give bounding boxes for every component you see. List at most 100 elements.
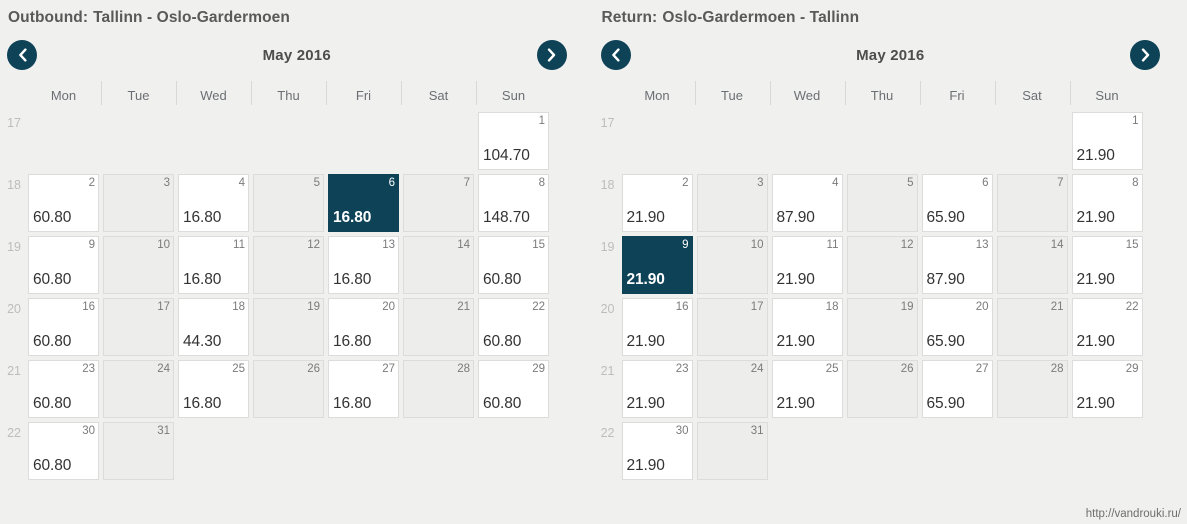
day-cell[interactable]: 11 16.80 [176,236,251,294]
day-cell[interactable]: 25 21.90 [770,360,845,418]
day-number: 3 [163,177,170,189]
fare-price: 60.80 [483,271,522,288]
day-cell[interactable]: 9 21.90 [620,236,695,294]
day-cell[interactable]: 30 60.80 [26,422,101,480]
prev-month-button[interactable] [600,40,631,70]
weekday-header-return: Mon Tue Wed Thu Fri Sat Sun [594,78,1187,112]
day-number: 9 [682,239,689,251]
fare-price: 60.80 [33,333,72,350]
day-number: 5 [907,177,914,189]
day-cell[interactable]: 16 21.90 [620,298,695,356]
day-cell[interactable]: 9 60.80 [26,236,101,294]
fare-price: 148.70 [483,209,530,226]
weekday-label-sun: Sun [476,80,551,105]
day-cell[interactable]: 6 65.90 [920,174,995,232]
day-cell-surface [847,112,918,170]
day-cell[interactable]: 11 21.90 [770,236,845,294]
day-cell-surface [622,112,693,170]
day-cell[interactable]: 23 21.90 [620,360,695,418]
next-month-button[interactable] [536,40,567,70]
fare-calendar-container: Outbound: Tallinn - Oslo-Gardermoen May 20… [0,0,1187,484]
day-cell[interactable]: 1 104.70 [476,112,551,170]
fare-price: 16.80 [183,395,222,412]
day-cell[interactable]: 8 21.90 [1070,174,1145,232]
day-cell-surface [997,112,1068,170]
month-navigation-outbound: May 2016 [0,32,594,78]
day-cell-blank [401,112,476,170]
day-cell: 17 [695,298,770,356]
day-number: 31 [750,425,764,437]
week-row: 19 9 21.90 10 11 21.90 12 13 87.90 14 15 21.90 [594,236,1187,298]
day-cell[interactable]: 1 21.90 [1070,112,1145,170]
fare-price: 60.80 [483,395,522,412]
day-cell[interactable]: 20 16.80 [326,298,401,356]
fare-price: 21.90 [626,209,665,226]
weekday-label-tue: Tue [694,80,770,105]
fare-price: 16.80 [183,271,222,288]
day-cell-blank [476,422,551,480]
day-number: 22 [1125,301,1139,313]
weekday-label-mon: Mon [50,87,77,103]
day-cell[interactable]: 8 148.70 [476,174,551,232]
day-cell[interactable]: 27 16.80 [326,360,401,418]
week-number: 19 [600,240,615,254]
week-row: 19 9 60.80 10 11 16.80 12 13 16.80 14 15 60.80 [0,236,594,298]
day-number: 20 [382,301,395,313]
day-cell[interactable]: 15 60.80 [476,236,551,294]
chevron-right-icon [546,48,557,62]
day-cell[interactable]: 2 21.90 [620,174,695,232]
day-number: 29 [532,363,545,375]
day-cell[interactable]: 20 65.90 [920,298,995,356]
week-row: 22 30 21.90 31 [594,422,1187,484]
chevron-left-icon [17,48,28,62]
day-cell[interactable]: 4 87.90 [770,174,845,232]
fare-price: 60.80 [33,271,72,288]
weekday-label-tue: Tue [101,80,176,105]
day-cell[interactable]: 6 16.80 [326,174,401,232]
day-number: 15 [1125,239,1139,251]
day-number: 8 [538,177,545,189]
day-cell[interactable]: 23 60.80 [26,360,101,418]
fare-price: 21.90 [1076,271,1115,288]
day-cell[interactable]: 22 21.90 [1070,298,1145,356]
day-number: 24 [750,363,764,375]
day-cell[interactable]: 18 44.30 [176,298,251,356]
day-cell-blank [920,422,995,480]
day-cell: 12 [845,236,920,294]
day-cell[interactable]: 15 21.90 [1070,236,1145,294]
day-cell[interactable]: 18 21.90 [770,298,845,356]
day-cell[interactable]: 27 65.90 [920,360,995,418]
fare-price: 65.90 [926,209,965,226]
day-cell-blank [620,112,695,170]
day-cell[interactable]: 25 16.80 [176,360,251,418]
day-cell[interactable]: 22 60.80 [476,298,551,356]
prev-month-button[interactable] [7,40,37,70]
week-row: 20 16 60.80 17 18 44.30 19 20 16.80 21 22 60.80 [0,298,594,360]
panel-title-return: Return: Oslo-Gardermoen - Tallinn [594,0,1187,27]
day-cell-blank [326,422,401,480]
day-number: 29 [1125,363,1139,375]
day-number: 24 [157,363,170,375]
day-cell[interactable]: 13 16.80 [326,236,401,294]
day-number: 16 [675,301,689,313]
day-cell: 5 [845,174,920,232]
weekday-label-sat: Sat [401,80,476,105]
day-cell[interactable]: 29 60.80 [476,360,551,418]
day-cell: 17 [101,298,176,356]
day-cell[interactable]: 30 21.90 [620,422,695,480]
day-cell[interactable]: 16 60.80 [26,298,101,356]
fare-price: 87.90 [926,271,965,288]
day-cell: 28 [995,360,1070,418]
day-cell[interactable]: 2 60.80 [26,174,101,232]
day-number: 2 [88,177,95,189]
week-number: 17 [600,116,615,130]
day-cell: 12 [251,236,326,294]
day-cell[interactable]: 13 87.90 [920,236,995,294]
next-month-button[interactable] [1130,40,1160,70]
day-cell[interactable]: 4 16.80 [176,174,251,232]
day-number: 11 [826,239,839,251]
day-number: 23 [675,363,689,375]
day-number: 30 [675,425,689,437]
day-cell[interactable]: 29 21.90 [1070,360,1145,418]
day-number: 13 [382,239,395,251]
